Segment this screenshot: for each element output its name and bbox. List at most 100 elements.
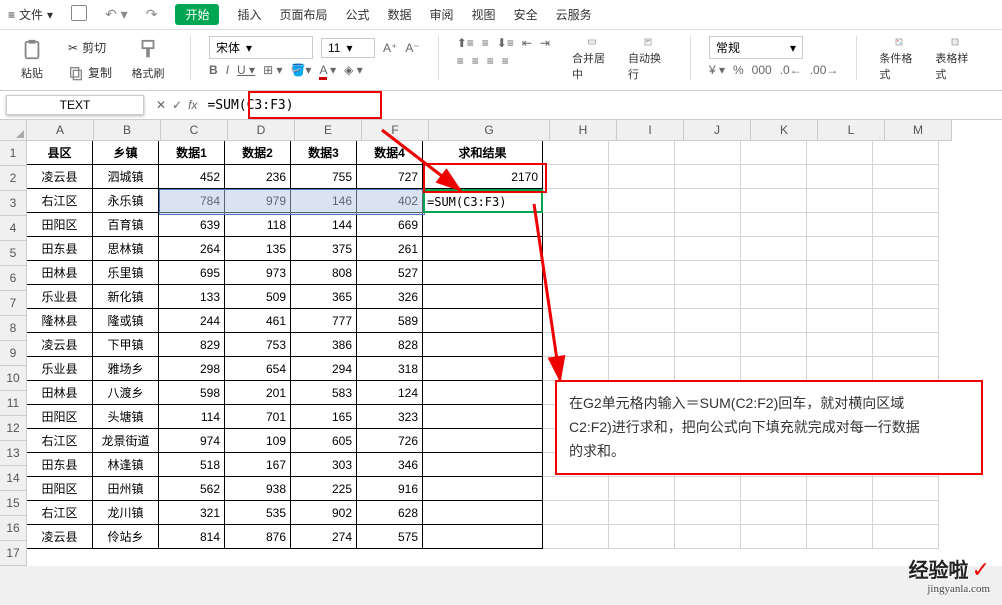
cell[interactable]: 326 <box>357 285 423 309</box>
cell[interactable] <box>423 405 543 429</box>
cell[interactable]: 828 <box>357 333 423 357</box>
cell[interactable] <box>423 453 543 477</box>
cell[interactable] <box>807 333 873 357</box>
cell[interactable] <box>873 501 939 525</box>
wrap-button[interactable]: 自动换行 <box>624 36 672 84</box>
row-header-16[interactable]: 16 <box>0 516 27 541</box>
cell[interactable] <box>423 357 543 381</box>
cell[interactable] <box>423 501 543 525</box>
align-right-icon[interactable]: ≡ <box>487 54 494 68</box>
cell[interactable]: 777 <box>291 309 357 333</box>
cell[interactable] <box>675 501 741 525</box>
cell[interactable] <box>675 309 741 333</box>
cell[interactable] <box>609 213 675 237</box>
cell[interactable]: 727 <box>357 165 423 189</box>
cell[interactable]: 114 <box>159 405 225 429</box>
cell[interactable]: 695 <box>159 261 225 285</box>
accept-icon[interactable]: ✓ <box>172 98 182 112</box>
cell[interactable] <box>609 333 675 357</box>
cell[interactable]: 田东县 <box>27 237 93 261</box>
cell[interactable] <box>543 261 609 285</box>
cell[interactable] <box>873 189 939 213</box>
cell[interactable] <box>873 285 939 309</box>
cell[interactable] <box>807 525 873 549</box>
font-color-icon[interactable]: A ▾ <box>319 63 336 77</box>
cell[interactable]: 146 <box>291 189 357 213</box>
cell[interactable] <box>609 357 675 381</box>
cell[interactable]: 323 <box>357 405 423 429</box>
save-btn[interactable] <box>71 5 87 24</box>
cell[interactable]: 右江区 <box>27 501 93 525</box>
cell[interactable] <box>741 189 807 213</box>
header-cell[interactable]: 数据3 <box>291 141 357 165</box>
grid[interactable]: 县区乡镇数据1数据2数据3数据4求和结果凌云县泗城镇45223675572721… <box>27 141 952 549</box>
cell[interactable] <box>807 309 873 333</box>
tab-cloud[interactable]: 云服务 <box>556 6 592 23</box>
copy-button[interactable]: 复制 <box>64 62 116 83</box>
row-header-15[interactable]: 15 <box>0 491 27 516</box>
cell[interactable]: 973 <box>225 261 291 285</box>
cell[interactable]: 589 <box>357 309 423 333</box>
cell[interactable]: 田州镇 <box>93 477 159 501</box>
font-size-select[interactable]: 11 ▾ <box>321 38 375 58</box>
cell[interactable]: 144 <box>291 213 357 237</box>
cell[interactable] <box>807 165 873 189</box>
cell[interactable]: 628 <box>357 501 423 525</box>
cell[interactable] <box>741 237 807 261</box>
number-format-select[interactable]: 常规 ▾ <box>709 36 803 59</box>
paste-button[interactable]: 粘贴 <box>8 36 56 84</box>
cell[interactable] <box>741 477 807 501</box>
cell[interactable] <box>675 261 741 285</box>
header-cell[interactable]: 数据1 <box>159 141 225 165</box>
cell[interactable]: 829 <box>159 333 225 357</box>
cell[interactable] <box>807 213 873 237</box>
cell[interactable] <box>423 237 543 261</box>
font-name-select[interactable]: 宋体 ▾ <box>209 36 313 59</box>
cell[interactable]: 274 <box>291 525 357 549</box>
cell[interactable] <box>741 357 807 381</box>
cell[interactable]: 902 <box>291 501 357 525</box>
header-cell[interactable]: 乡镇 <box>93 141 159 165</box>
cell[interactable]: 979 <box>225 189 291 213</box>
cell[interactable] <box>423 285 543 309</box>
cell[interactable]: 泗城镇 <box>93 165 159 189</box>
format-painter-button[interactable]: 格式刷 <box>124 36 172 84</box>
underline-icon[interactable]: U ▾ <box>237 63 255 77</box>
cell[interactable]: 814 <box>159 525 225 549</box>
cell[interactable] <box>423 381 543 405</box>
col-header-A[interactable]: A <box>27 120 94 141</box>
select-all-corner[interactable] <box>0 120 27 141</box>
cell[interactable] <box>543 165 609 189</box>
merge-button[interactable]: 合并居中 <box>568 36 616 84</box>
cell[interactable]: 头塘镇 <box>93 405 159 429</box>
row-header-3[interactable]: 3 <box>0 191 27 216</box>
col-header-K[interactable]: K <box>751 120 818 141</box>
cell[interactable] <box>423 189 543 213</box>
cell[interactable] <box>807 261 873 285</box>
cell[interactable] <box>807 357 873 381</box>
header-cell[interactable]: 县区 <box>27 141 93 165</box>
col-header-M[interactable]: M <box>885 120 952 141</box>
tab-data[interactable]: 数据 <box>388 6 412 23</box>
cell[interactable]: 639 <box>159 213 225 237</box>
header-cell[interactable] <box>675 141 741 165</box>
cell[interactable]: 402 <box>357 189 423 213</box>
cell[interactable]: 264 <box>159 237 225 261</box>
col-header-E[interactable]: E <box>295 120 362 141</box>
row-header-17[interactable]: 17 <box>0 541 27 566</box>
cell[interactable]: 509 <box>225 285 291 309</box>
cell[interactable]: 右江区 <box>27 429 93 453</box>
cell[interactable] <box>741 261 807 285</box>
align-bottom-icon[interactable]: ⬇≡ <box>497 36 514 50</box>
cell[interactable]: 124 <box>357 381 423 405</box>
cell[interactable] <box>807 477 873 501</box>
cell[interactable]: 八渡乡 <box>93 381 159 405</box>
row-header-14[interactable]: 14 <box>0 466 27 491</box>
cell[interactable]: 808 <box>291 261 357 285</box>
name-box[interactable]: TEXT <box>6 95 144 115</box>
row-header-8[interactable]: 8 <box>0 316 27 341</box>
row-header-9[interactable]: 9 <box>0 341 27 366</box>
header-cell[interactable] <box>543 141 609 165</box>
cell[interactable]: 669 <box>357 213 423 237</box>
cell[interactable]: 784 <box>159 189 225 213</box>
